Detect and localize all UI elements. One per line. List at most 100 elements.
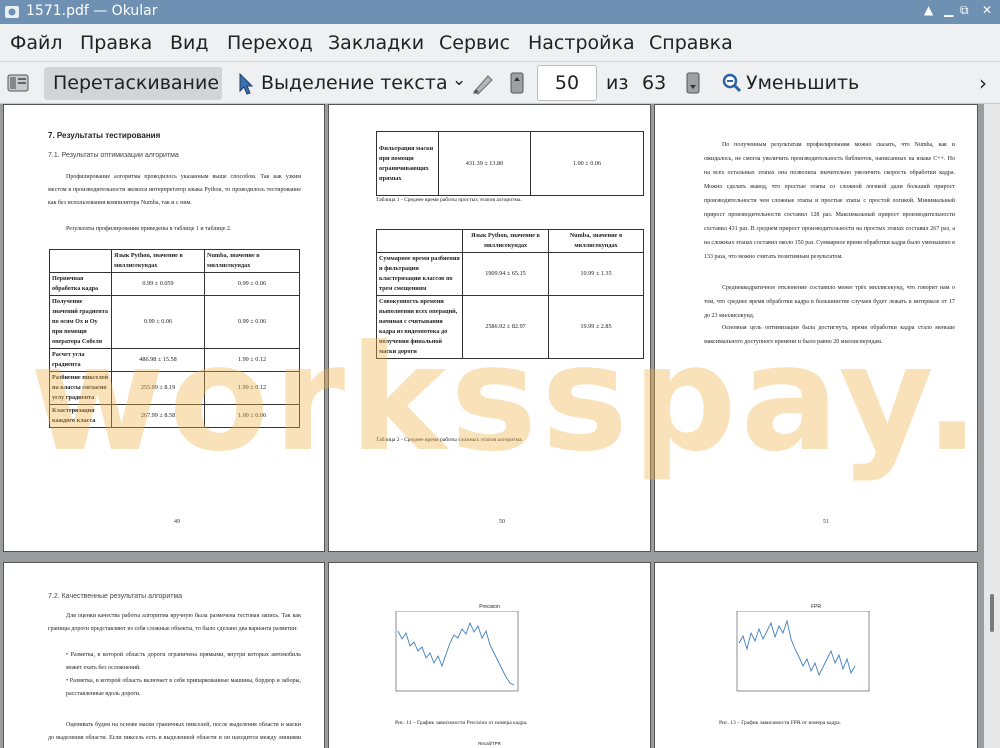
table-cell: 0.99 ± 0.059 — [111, 272, 205, 296]
table-cell: Получение значений градиента по осям Ox … — [49, 295, 112, 349]
window-title: 1571.pdf — Okular — [26, 3, 158, 19]
zoom-out-button[interactable]: Уменьшить — [746, 72, 859, 94]
page-number: 49 — [174, 519, 180, 525]
document-view[interactable]: 7. Результаты тестирования 7.1. Результа… — [0, 104, 1000, 748]
menu-bookmarks[interactable]: Закладки — [328, 32, 424, 54]
menu-bar: Файл Правка Вид Переход Закладки Сервис … — [0, 24, 1000, 62]
table-row: Кластеризация каждого класса 267.99 ± 8.5… — [49, 404, 300, 428]
subsection-heading: 7.2. Качественные результаты алгоритма — [48, 593, 183, 600]
annotation-pen-icon[interactable] — [470, 70, 496, 96]
page-49: 7. Результаты тестирования 7.1. Результа… — [3, 104, 325, 552]
table-row: Суммарное время разбиения и фильтрации к… — [376, 252, 644, 296]
table-cell: Разбиение пикселей на классы согласно уг… — [49, 371, 112, 405]
chart-title: Recall/TPR — [478, 741, 501, 746]
table-cell: 486.98 ± 15.58 — [111, 348, 205, 372]
paragraph: Результаты профилирования приведены в та… — [66, 226, 232, 232]
close-button[interactable]: ✕ — [982, 3, 992, 17]
sidebar-toggle-icon[interactable] — [7, 73, 29, 93]
table-cell — [376, 229, 463, 253]
table-cell: Фильтрация маски при помощи ограничивающ… — [376, 131, 439, 196]
page-51: По полученным результатам профилирования… — [654, 104, 978, 552]
table-cell: 431.39 ± 13.80 — [438, 131, 531, 196]
bullet-item: • Разметка, в которой область дороги огр… — [66, 652, 301, 671]
menu-edit[interactable]: Правка — [80, 32, 152, 54]
table-header-cell: Язык Python, значение в миллисекундах — [111, 249, 205, 273]
bullet-text: Разметка, в которой область включает в с… — [66, 678, 301, 697]
paragraph: Для оценки качества работы алгоритма вру… — [48, 613, 301, 632]
table-header-cell: Numba, значение в миллисекундах — [204, 249, 300, 273]
keep-above-icon[interactable]: ▲ — [924, 3, 933, 17]
minimize-button[interactable]: ▁ — [944, 3, 953, 17]
table-cell: 0.99 ± 0.06 — [111, 295, 205, 349]
table-cell: 2586.92 ± 82.97 — [462, 295, 549, 359]
okular-app-icon — [5, 6, 19, 18]
figure-caption: Рис. 11 – График зависимости Precision о… — [395, 720, 528, 726]
paragraph: Оценивать будем на основе маски граничны… — [48, 722, 301, 741]
page-of-label: из — [606, 72, 629, 94]
table-row: Первичная обработка кадра 0.99 ± 0.059 0.9… — [49, 272, 300, 296]
page-number-input[interactable]: 50 — [537, 65, 597, 101]
table-cell — [49, 249, 112, 273]
menu-settings[interactable]: Настройка — [528, 32, 635, 54]
table-row: Фильтрация маски при помощи ограничивающ… — [376, 131, 644, 196]
table-cell: 0.99 ± 0.06 — [204, 295, 300, 349]
toolbar-overflow-icon[interactable]: › — [979, 71, 987, 95]
table-row: Совокупность времени выполнения всех опе… — [376, 295, 644, 359]
table-cell: Совокупность времени выполнения всех опе… — [376, 295, 463, 359]
browse-tool-label: Перетаскивание — [53, 72, 220, 94]
table-header-row: Язык Python, значение в миллисекундах Nu… — [49, 249, 300, 273]
maximize-button[interactable]: ⧉ — [960, 3, 969, 18]
table-header-row: Язык Python, значение в миллисекундах Nu… — [376, 229, 644, 253]
page-total: 63 — [642, 72, 667, 94]
page-number: 51 — [823, 519, 829, 525]
results-table-1-continued: Фильтрация маски при помощи ограничивающ… — [376, 131, 644, 196]
next-page-icon[interactable] — [682, 70, 704, 96]
table-row: Расчет угла градиента 486.98 ± 15.58 1.99 … — [49, 348, 300, 372]
bullet-text: Разметка, в которой область дороги огран… — [66, 652, 301, 671]
table-cell: 1.99 ± 0.12 — [204, 348, 300, 372]
table-caption: Таблица 2 - Среднее время работы сложных… — [376, 437, 523, 443]
previous-page-icon[interactable] — [506, 70, 528, 96]
table-row: Получение значений градиента по осям Ox … — [49, 295, 300, 349]
zoom-out-icon — [722, 73, 742, 93]
menu-go[interactable]: Переход — [227, 32, 313, 54]
figure-caption: Рис. 13 – График зависимости FPR от номе… — [719, 720, 841, 726]
table-cell: Кластеризация каждого класса — [49, 404, 112, 428]
table-cell: Расчет угла градиента — [49, 348, 112, 372]
vertical-scrollbar[interactable] — [984, 104, 1000, 748]
menu-file[interactable]: Файл — [10, 32, 63, 54]
table-header-cell: Numba, значение в миллисекундах — [548, 229, 644, 253]
paragraph: Основная цель оптимизации была достигнут… — [704, 325, 955, 345]
results-table-2: Язык Python, значение в миллисекундах Nu… — [376, 229, 644, 359]
menu-help[interactable]: Справка — [649, 32, 733, 54]
table-cell: Первичная обработка кадра — [49, 272, 112, 296]
paragraph: Среднеквадратичное отклонение составило … — [704, 285, 955, 319]
table-header-cell: Язык Python, значение в миллисекундах — [462, 229, 549, 253]
table-caption: Таблица 1 - Среднее время работы простых… — [376, 197, 522, 203]
paragraph: По полученным результатам профилирования… — [704, 142, 955, 260]
table-cell: Суммарное время разбиения и фильтрации к… — [376, 252, 463, 296]
menu-view[interactable]: Вид — [170, 32, 209, 54]
cursor-arrow-icon — [239, 73, 254, 95]
subsection-heading: 7.1. Результаты оптимизации алгоритма — [48, 152, 179, 159]
page-54: FPR Рис. 13 – График зависимости FPR от … — [654, 562, 978, 748]
scrollbar-thumb[interactable] — [990, 594, 994, 632]
chart-title: FPR — [811, 604, 821, 610]
menu-tools[interactable]: Сервис — [439, 32, 510, 54]
table-cell: 1.00 ± 0.06 — [204, 404, 300, 428]
chevron-down-icon[interactable]: ⌄ — [452, 70, 466, 90]
precision-chart — [395, 611, 519, 692]
table-cell: 19.99 ± 2.85 — [548, 295, 644, 359]
page-50: Фильтрация маски при помощи ограничивающ… — [328, 104, 651, 552]
title-bar: 1571.pdf — Okular ▲ ▁ ⧉ ✕ — [0, 0, 1000, 24]
table-cell: 10.99 ± 1.35 — [548, 252, 644, 296]
text-selection-tool[interactable]: Выделение текста — [261, 72, 448, 94]
table-row: Разбиение пикселей на классы согласно уг… — [49, 371, 300, 405]
table-cell: 267.99 ± 8.58 — [111, 404, 205, 428]
page-52: 7.2. Качественные результаты алгоритма Д… — [3, 562, 325, 748]
table-cell: 1.00 ± 0.06 — [530, 131, 644, 196]
page-53: Precision Рис. 11 – График зависимости P… — [328, 562, 651, 748]
page-number: 50 — [499, 519, 505, 525]
chart-title: Precision — [479, 604, 500, 610]
table-cell: 255.99 ± 8.19 — [111, 371, 205, 405]
